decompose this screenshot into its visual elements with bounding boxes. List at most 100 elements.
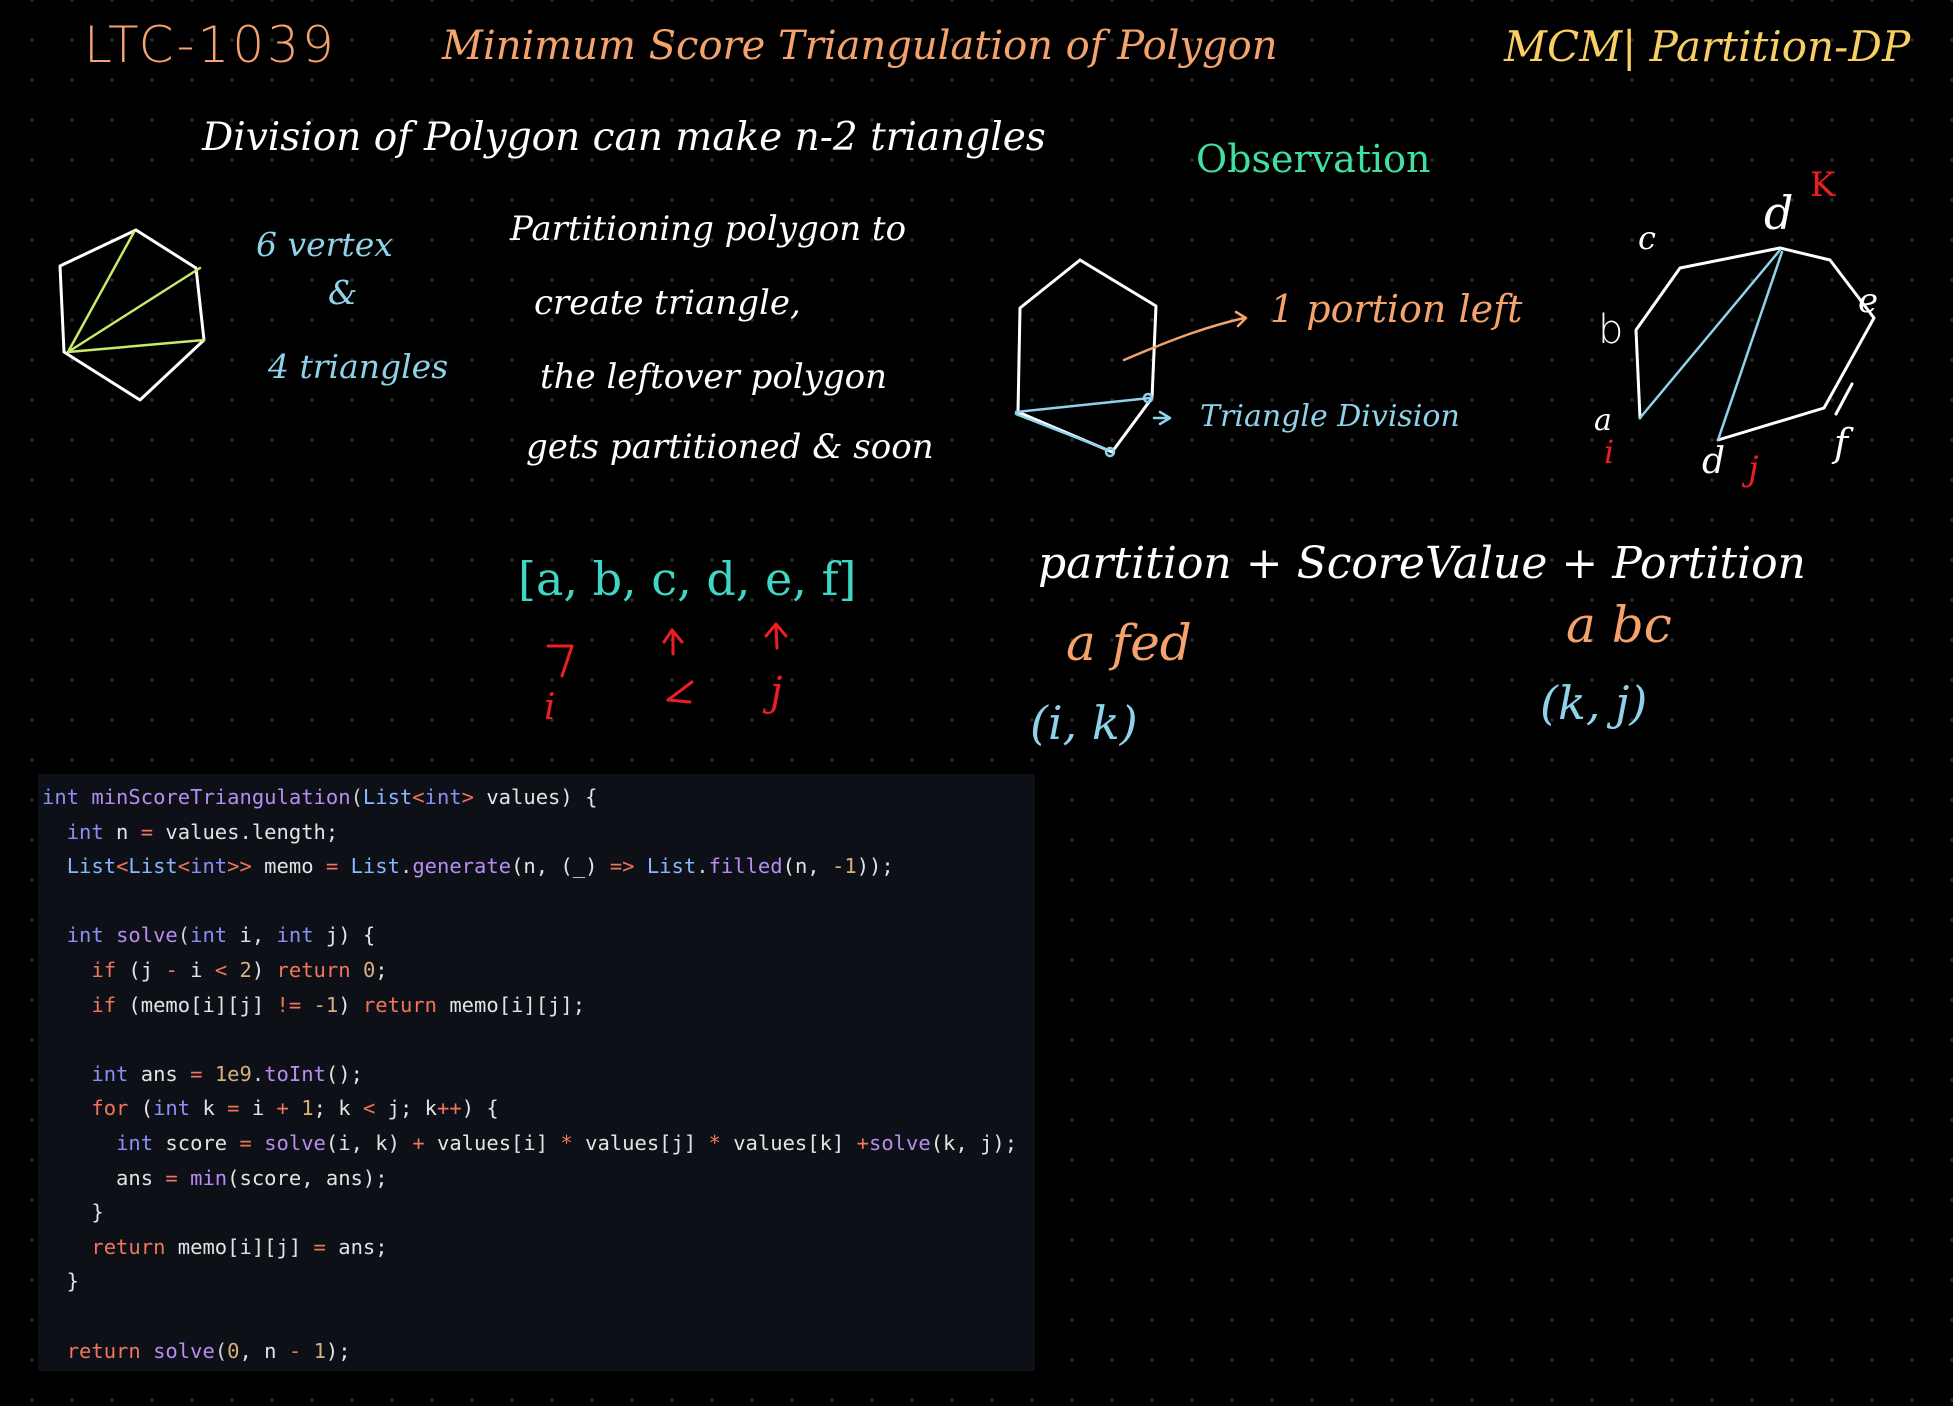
code-line: List<List<int>> memo = List.generate(n, …: [42, 849, 1035, 884]
code-token: (n,: [782, 854, 832, 879]
code-token: -: [288, 1338, 302, 1363]
code-token: >>: [227, 854, 252, 879]
left-subproblem-range: (i, k): [1030, 696, 1138, 750]
code-token: =: [165, 1165, 178, 1190]
code-token: -: [165, 957, 178, 982]
code-token: =: [313, 1234, 326, 1259]
code-token: for: [91, 1096, 129, 1121]
code-token: 1: [301, 1096, 314, 1121]
code-token: solve: [264, 1130, 326, 1155]
code-token: .: [399, 854, 413, 879]
code-token: ans: [42, 1165, 166, 1190]
code-panel[interactable]: int minScoreTriangulation(List<int> valu…: [38, 774, 1035, 1371]
code-token: <: [214, 957, 228, 982]
code-token: (memo[i][j]: [116, 992, 277, 1017]
code-token: if: [91, 992, 117, 1017]
code-token: minScoreTriangulation: [91, 785, 351, 809]
hexagon-label-a: a: [1594, 403, 1612, 438]
code-token: j) {: [313, 923, 376, 948]
code-token: =: [227, 1096, 240, 1121]
code-block[interactable]: int minScoreTriangulation(List<int> valu…: [38, 774, 1035, 1368]
code-token: ++: [437, 1096, 462, 1121]
code-token: solve: [116, 923, 178, 948]
code-token: List: [646, 854, 697, 879]
code-token: i: [177, 957, 215, 982]
code-token: i: [239, 1096, 277, 1121]
code-token: <: [177, 854, 191, 879]
code-token: =: [190, 1061, 203, 1086]
code-token: <: [362, 1096, 376, 1121]
code-token: 1: [313, 1338, 326, 1363]
code-token: int: [66, 923, 104, 948]
code-token: 2: [239, 957, 252, 982]
hexagon-label-d-bottom: d: [1702, 441, 1726, 482]
code-token: (i, k): [325, 1130, 413, 1155]
code-token: return: [66, 1338, 141, 1363]
code-token: }: [42, 1200, 104, 1225]
hexagon-label-k: K: [1810, 165, 1836, 205]
code-line: if (j - i < 2) return 0;: [42, 953, 1035, 988]
code-token: int: [276, 923, 314, 948]
code-token: =: [140, 819, 154, 844]
code-token: i,: [227, 923, 277, 948]
code-token: (n, (_): [511, 854, 610, 879]
code-token: (: [214, 1338, 228, 1363]
code-line: ans = min(score, ans);: [42, 1161, 1035, 1196]
code-token: memo[i][j]: [165, 1234, 314, 1259]
code-line: int solve(int i, int j) {: [42, 918, 1035, 953]
code-token: 0: [227, 1338, 240, 1363]
code-token: values[i]: [424, 1130, 561, 1155]
code-token: , n: [239, 1338, 289, 1363]
code-line: }: [42, 1195, 1035, 1230]
code-token: filled: [708, 854, 783, 879]
code-token: int: [153, 1096, 191, 1121]
code-token: int: [116, 1130, 154, 1155]
code-token: values[k]: [720, 1130, 857, 1155]
code-token: -1: [832, 854, 857, 879]
code-token: return: [362, 992, 437, 1017]
hexagon-label-e: e: [1858, 281, 1879, 321]
code-token: ): [338, 992, 363, 1017]
code-token: return: [91, 1234, 166, 1259]
code-token: (: [177, 923, 191, 948]
code-line: int score = solve(i, k) + values[i] * va…: [42, 1126, 1035, 1161]
code-token: .: [251, 1061, 265, 1086]
code-token: List: [128, 854, 178, 879]
code-token: values.length;: [153, 819, 339, 844]
code-token: ();: [325, 1061, 363, 1086]
code-token: 0: [362, 957, 376, 982]
code-token: (k, j);: [930, 1130, 1018, 1155]
code-token: min: [190, 1165, 228, 1190]
code-token: values) {: [474, 785, 598, 809]
code-token: =: [239, 1130, 252, 1155]
code-token: =>: [609, 854, 635, 879]
code-token: (: [350, 785, 363, 809]
code-token: =: [325, 854, 339, 879]
code-token: return: [276, 957, 351, 982]
code-token: ans: [128, 1061, 191, 1086]
code-line: return memo[i][j] = ans;: [42, 1230, 1035, 1265]
code-token: values[j]: [572, 1130, 709, 1155]
code-token: ): [251, 957, 277, 982]
code-token: if: [91, 957, 117, 982]
hexagon-label-d-top: d: [1764, 186, 1794, 240]
